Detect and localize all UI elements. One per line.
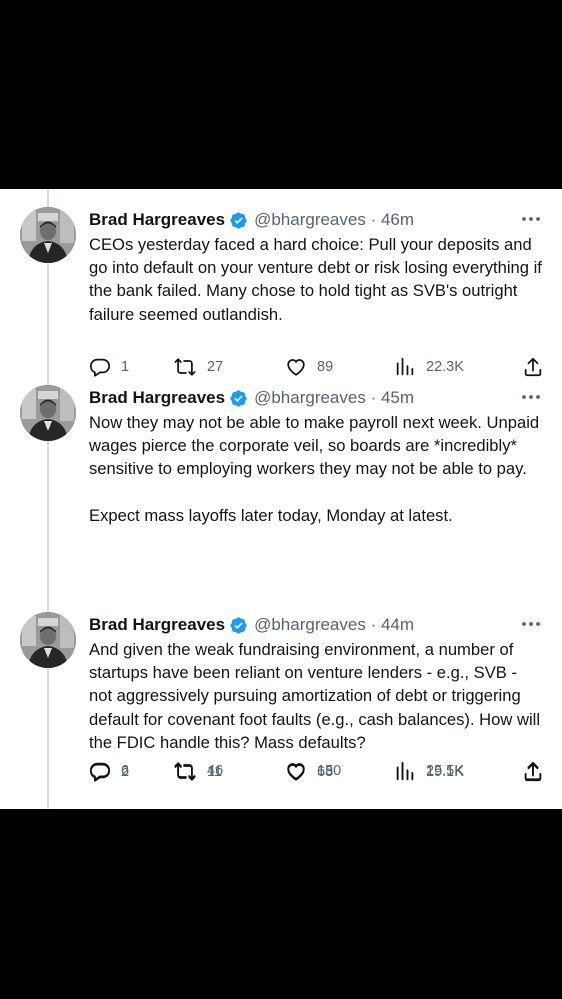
tweet-actions: 2 11 68 19.1K (89, 760, 549, 784)
retweet-count: 27 (207, 359, 224, 375)
share-icon (524, 357, 542, 377)
author-handle-and-time[interactable]: @bhargreaves · 44m (254, 615, 414, 635)
author-handle-and-time[interactable]: @bhargreaves · 46m (254, 210, 414, 230)
tweet-header: Brad Hargreaves @bhargreaves · 46m (89, 207, 542, 233)
retweet-button[interactable]: 11 (173, 760, 222, 784)
reply-count: 1 (121, 359, 130, 375)
views-icon (396, 357, 414, 376)
share-icon (524, 762, 542, 782)
retweet-button[interactable]: 27 (173, 355, 223, 379)
reply-icon (89, 763, 111, 782)
author-name[interactable]: Brad Hargreaves (89, 210, 225, 230)
avatar[interactable] (20, 385, 76, 441)
author-handle-and-time[interactable]: @bhargreaves · 45m (254, 388, 414, 408)
author-name[interactable]: Brad Hargreaves (89, 388, 225, 408)
reply-button[interactable]: 2 (89, 760, 129, 784)
reply-icon (89, 358, 111, 377)
tweet-paragraph: Now they may not be able to make payroll… (89, 413, 540, 479)
avatar[interactable] (20, 207, 76, 263)
verified-badge-icon (229, 616, 248, 635)
verified-badge-icon (229, 389, 248, 408)
tweet-text: Now they may not be able to make payroll… (89, 411, 544, 527)
like-count: 89 (317, 359, 334, 375)
tweet-paragraph: CEOs yesterday faced a hard choice: Pull… (89, 235, 542, 324)
retweet-count: 11 (207, 764, 223, 780)
reply-button[interactable]: 1 (89, 355, 129, 379)
tweet-text: And given the weak fundraising environme… (89, 638, 544, 754)
views-count: 19.1K (426, 764, 464, 780)
retweet-icon (174, 763, 196, 781)
like-button[interactable]: 68 (285, 760, 333, 784)
like-icon (287, 359, 305, 376)
reply-count: 2 (121, 764, 130, 780)
like-icon (287, 764, 305, 781)
tweet-actions: 1 27 89 22.3K (89, 355, 549, 379)
tweet-paragraph: Expect mass layoffs later today, Monday … (89, 505, 453, 525)
tweet-paragraph: And given the weak fundraising environme… (89, 640, 541, 752)
tweet-text: CEOs yesterday faced a hard choice: Pull… (89, 233, 544, 326)
share-button[interactable] (522, 760, 544, 784)
views-count: 22.3K (426, 359, 464, 375)
verified-badge-icon (229, 211, 248, 230)
tweet-header: Brad Hargreaves @bhargreaves · 44m (89, 612, 542, 638)
views-icon (396, 762, 414, 781)
thread-connector-line (47, 189, 49, 809)
tweet-thread-panel: Brad Hargreaves @bhargreaves · 46m CEOs … (0, 189, 562, 809)
share-button[interactable] (522, 355, 544, 379)
avatar[interactable] (20, 612, 76, 668)
views-button[interactable]: 19.1K (394, 760, 464, 784)
tweet-header: Brad Hargreaves @bhargreaves · 45m (89, 385, 542, 411)
more-icon[interactable] (520, 614, 542, 634)
like-count: 68 (317, 764, 334, 780)
screenshot-canvas: Brad Hargreaves @bhargreaves · 46m CEOs … (0, 0, 562, 999)
author-name[interactable]: Brad Hargreaves (89, 615, 225, 635)
views-button[interactable]: 22.3K (394, 355, 464, 379)
more-icon[interactable] (520, 387, 542, 407)
more-icon[interactable] (520, 209, 542, 229)
like-button[interactable]: 89 (285, 355, 333, 379)
retweet-icon (174, 358, 196, 376)
